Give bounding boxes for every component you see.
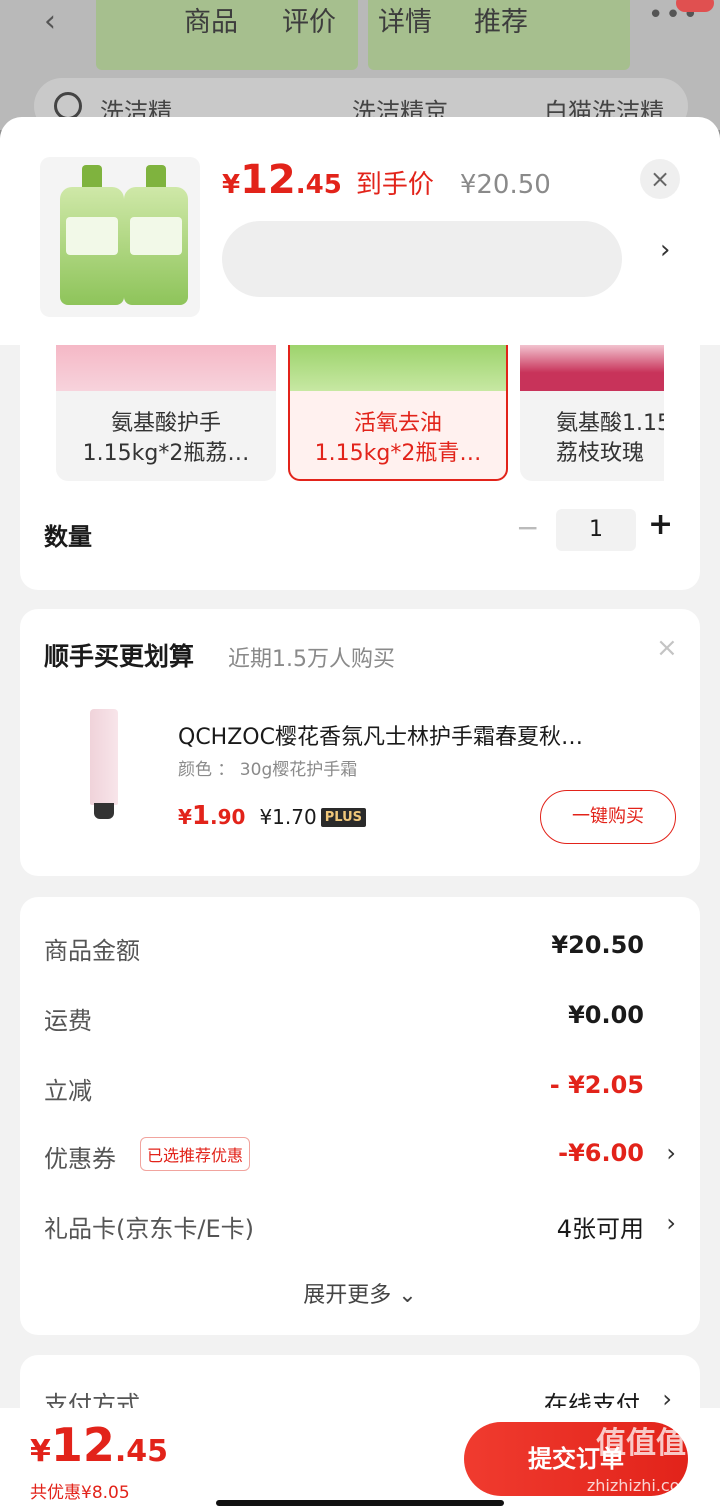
variant-option[interactable]: 氨基酸1.15 荔枝玫瑰 [520, 345, 664, 481]
price-tag: 到手价 [355, 170, 434, 200]
variants-card: 氨基酸护手 1.15kg*2瓶荔… 活氧去油 1.15kg*2瓶青… 氨基酸1.15… [20, 345, 700, 590]
variant-image [56, 345, 276, 391]
variant-name-line2: 1.15kg*2瓶荔… [82, 441, 250, 466]
total-savings: 共优惠¥8.05 [30, 1483, 130, 1503]
shipping-row: 运费 ¥0.00 [44, 1001, 676, 1041]
addon-card: 顺手买更划算 近期1.5万人购买 × QCHZOC樱花香氛凡士林护手霜春夏秋… … [20, 609, 700, 876]
discount-value: - ¥2.05 [549, 1071, 644, 1099]
subtotal-row: 商品金额 ¥20.50 [44, 931, 676, 971]
gift-card-value: 4张可用 [556, 1215, 644, 1243]
total-price-decimal: .45 [114, 1434, 169, 1469]
notification-badge [676, 0, 714, 12]
variant-option-selected[interactable]: 活氧去油 1.15kg*2瓶青… [288, 345, 508, 481]
variant-option[interactable]: 氨基酸护手 1.15kg*2瓶荔… [56, 345, 276, 481]
bg-tab-reviews: 评价 [282, 7, 336, 38]
home-indicator [216, 1500, 504, 1506]
shipping-value: ¥0.00 [568, 1001, 644, 1029]
one-click-buy-button[interactable]: 一键购买 [540, 790, 676, 844]
coupon-label: 优惠券 [44, 1145, 116, 1173]
order-sheet: 氨基酸护手 1.15kg*2瓶荔… 活氧去油 1.15kg*2瓶青… 氨基酸1.15… [0, 117, 720, 1508]
quantity-increase-button[interactable]: + [648, 507, 673, 542]
shipping-label: 运费 [44, 1007, 92, 1035]
variant-name-line1: 氨基酸护手 [110, 411, 221, 436]
total-price: ¥ 12 .45 [30, 1418, 168, 1472]
watermark-url: zhizhizhi.com [586, 1476, 696, 1495]
gift-card-row[interactable]: 礼品卡(京东卡/E卡) 4张可用 › [44, 1209, 676, 1249]
total-price-symbol: ¥ [30, 1434, 51, 1469]
bg-tab-details: 详情 [378, 7, 432, 38]
quantity-decrease-button[interactable]: − [516, 511, 539, 544]
addon-price-decimal: .90 [210, 805, 246, 829]
bg-tab-goods: 商品 [184, 7, 238, 38]
coupon-row[interactable]: 优惠券 已选推荐优惠 -¥6.00 › [44, 1137, 676, 1179]
variant-name-line2: 荔枝玫瑰 [556, 441, 645, 466]
hand-cream-image [90, 709, 118, 819]
price-integer: 12 [240, 157, 296, 203]
addon-close-button[interactable]: × [656, 633, 678, 663]
price-symbol: ¥ [222, 170, 241, 200]
chevron-right-icon[interactable]: › [660, 235, 670, 265]
discount-row: 立减 - ¥2.05 [44, 1071, 676, 1111]
bg-tab-recommend: 推荐 [474, 7, 528, 38]
addon-title: 顺手买更划算 [44, 642, 195, 671]
close-button[interactable]: × [640, 159, 680, 199]
plus-badge: PLUS [320, 808, 366, 827]
variant-name-line2: 1.15kg*2瓶青… [314, 441, 482, 466]
bottle-image [60, 165, 124, 305]
addon-subtitle: 近期1.5万人购买 [228, 647, 395, 672]
original-price: ¥20.50 [459, 170, 551, 200]
search-icon [54, 92, 82, 120]
sheet-header: ¥ 12 .45 到手价 ¥20.50 × › [0, 117, 720, 345]
totals-card: 商品金额 ¥20.50 运费 ¥0.00 立减 - ¥2.05 优惠券 已选推荐… [20, 897, 700, 1335]
chevron-right-icon: › [666, 1139, 676, 1167]
addon-spec: 颜色 ： 30g樱花护手霜 [178, 760, 358, 780]
total-price-integer: 12 [50, 1418, 115, 1472]
addon-price: ¥ 1 .90 ¥1.70 PLUS [178, 801, 366, 831]
quantity-label: 数量 [44, 523, 92, 551]
price-decimal: .45 [295, 170, 342, 200]
expand-more-button[interactable]: 展开更多 ⌄ [20, 1277, 700, 1309]
background-page: ‹ 商品 评价 详情 推荐 ••• 洗洁精 洗洁精京… 白猫洗洁精 [0, 0, 720, 130]
variant-image [290, 345, 506, 391]
product-thumbnail [40, 157, 200, 317]
addon-plus-price: ¥1.70 [259, 805, 317, 829]
discount-label: 立减 [44, 1077, 92, 1105]
final-price: ¥ 12 .45 到手价 ¥20.50 [222, 157, 551, 209]
redacted-area [222, 221, 622, 297]
subtotal-label: 商品金额 [44, 937, 140, 965]
chevron-right-icon: › [666, 1209, 676, 1237]
coupon-tag: 已选推荐优惠 [140, 1137, 251, 1171]
addon-price-symbol: ¥ [178, 805, 192, 829]
back-icon: ‹ [44, 4, 56, 39]
coupon-value: -¥6.00 [558, 1139, 644, 1167]
watermark-logo: 值值值 [596, 1426, 686, 1461]
variant-name-line1: 活氧去油 [353, 411, 442, 436]
addon-product-name[interactable]: QCHZOC樱花香氛凡士林护手霜春夏秋… [178, 719, 668, 751]
variant-image [520, 345, 664, 391]
quantity-input[interactable]: 1 [556, 509, 636, 551]
addon-price-integer: 1 [191, 801, 211, 831]
subtotal-value: ¥20.50 [551, 931, 644, 959]
gift-card-label: 礼品卡(京东卡/E卡) [44, 1215, 254, 1243]
variant-name-line1: 氨基酸1.15 [556, 411, 664, 436]
bottle-image [124, 165, 188, 305]
